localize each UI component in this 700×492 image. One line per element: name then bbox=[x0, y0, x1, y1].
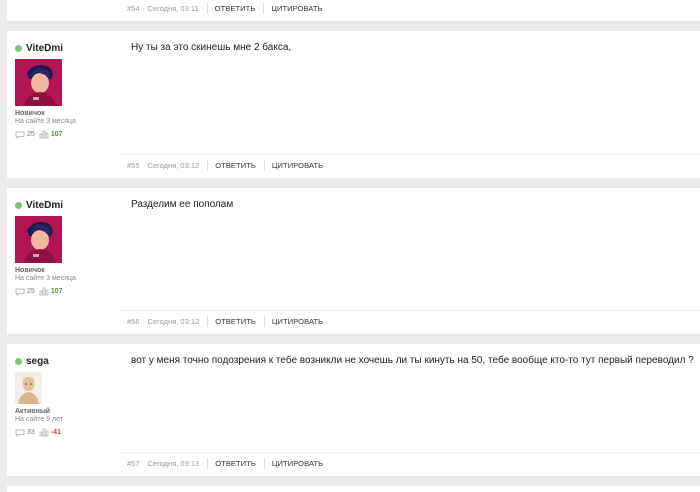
member-since: На сайте 3 месяца bbox=[15, 275, 76, 282]
author-name-row: ViteDmi bbox=[15, 42, 125, 54]
user-avatar[interactable] bbox=[15, 59, 62, 106]
user-rank: Активный bbox=[15, 408, 51, 415]
user-stats: 25 107 bbox=[15, 287, 125, 296]
user-stats: 25 107 bbox=[15, 130, 125, 139]
post-time: Сегодня, 03:13 bbox=[147, 458, 200, 468]
post-footer: #56 Сегодня, 03:12 ОТВЕТИТЬ ЦИТИРОВАТЬ bbox=[120, 310, 700, 331]
post-time: Сегодня, 03:11 bbox=[147, 3, 199, 13]
reputation-value: -41 bbox=[50, 429, 61, 436]
author-name-row: ViteDmi bbox=[15, 199, 125, 211]
comments-count: 25 bbox=[27, 131, 35, 138]
post-message: Ну ты за это скинешь мне 2 бакса, bbox=[131, 42, 292, 53]
post-author: ViteDmi Новичок На сайте 3 месяца 25 107 bbox=[15, 42, 125, 139]
comments-stat: 25 bbox=[15, 131, 35, 139]
reply-button[interactable]: ОТВЕТИТЬ bbox=[215, 4, 256, 13]
forum-post: ViteDmi Новичок На сайте 3 месяца 25 107… bbox=[7, 31, 700, 178]
user-stats: 33 -41 bbox=[15, 428, 125, 437]
comments-count: 25 bbox=[27, 288, 35, 295]
author-name-link[interactable]: ViteDmi bbox=[26, 200, 63, 211]
author-name-link[interactable]: ViteDmi bbox=[26, 43, 63, 54]
post-message: Разделим ее пополам bbox=[131, 199, 234, 210]
online-status-icon bbox=[15, 44, 22, 52]
user-avatar[interactable] bbox=[15, 372, 42, 404]
divider bbox=[263, 315, 265, 327]
bar-chart-icon bbox=[39, 287, 49, 296]
reputation-stat: 107 bbox=[39, 130, 63, 139]
reputation-stat: 107 bbox=[39, 287, 63, 296]
comments-count: 33 bbox=[27, 429, 35, 436]
member-since: На сайте 3 месяца bbox=[15, 118, 76, 125]
post-time: Сегодня, 03:12 bbox=[147, 316, 200, 326]
next-post-container bbox=[7, 486, 700, 492]
reply-button[interactable]: ОТВЕТИТЬ bbox=[215, 161, 256, 170]
bar-chart-icon bbox=[39, 428, 49, 437]
reputation-stat: -41 bbox=[39, 428, 61, 437]
reply-button[interactable]: ОТВЕТИТЬ bbox=[215, 459, 256, 468]
post-number-link[interactable]: #54 bbox=[127, 4, 140, 13]
post-time: Сегодня, 03:12 bbox=[147, 160, 200, 170]
divider bbox=[207, 457, 209, 469]
author-name-link[interactable]: sega bbox=[26, 356, 49, 367]
post-author: sega Активный На сайте 9 лет 33 -41 bbox=[15, 355, 125, 437]
post-number-link[interactable]: #57 bbox=[127, 459, 140, 468]
post-footer: #57 Сегодня, 03:13 ОТВЕТИТЬ ЦИТИРОВАТЬ bbox=[120, 452, 700, 473]
user-rank: Новичок bbox=[15, 267, 45, 274]
user-rank: Новичок bbox=[15, 110, 45, 117]
post-author: ViteDmi Новичок На сайте 3 месяца 25 107 bbox=[15, 199, 125, 296]
comments-stat: 25 bbox=[15, 288, 35, 296]
speech-bubble-icon bbox=[15, 429, 25, 437]
divider bbox=[263, 159, 265, 171]
post-footer: #55 Сегодня, 03:12 ОТВЕТИТЬ ЦИТИРОВАТЬ bbox=[120, 154, 700, 175]
comments-stat: 33 bbox=[15, 429, 35, 437]
speech-bubble-icon bbox=[15, 288, 25, 296]
author-name-row: sega bbox=[15, 355, 125, 367]
post-message: вот у меня точно подозрения к тебе возни… bbox=[131, 355, 694, 366]
speech-bubble-icon bbox=[15, 131, 25, 139]
forum-post: sega Активный На сайте 9 лет 33 -41 вот … bbox=[7, 344, 700, 476]
forum-post: ViteDmi Новичок На сайте 3 месяца 25 107… bbox=[7, 188, 700, 334]
online-status-icon bbox=[15, 201, 22, 209]
user-avatar[interactable] bbox=[15, 216, 62, 263]
reputation-value: 107 bbox=[50, 131, 63, 138]
bar-chart-icon bbox=[39, 130, 49, 139]
member-since: На сайте 9 лет bbox=[15, 416, 63, 423]
post-footer: #54 Сегодня, 03:11 ОТВЕТИТЬ ЦИТИРОВАТЬ bbox=[120, 0, 700, 16]
online-status-icon bbox=[15, 357, 22, 365]
divider bbox=[207, 159, 209, 171]
divider bbox=[207, 315, 209, 327]
reputation-value: 107 bbox=[50, 288, 63, 295]
divider bbox=[263, 2, 265, 14]
divider bbox=[263, 457, 265, 469]
quote-button[interactable]: ЦИТИРОВАТЬ bbox=[272, 459, 323, 468]
quote-button[interactable]: ЦИТИРОВАТЬ bbox=[271, 4, 322, 13]
post-number-link[interactable]: #56 bbox=[127, 317, 140, 326]
quote-button[interactable]: ЦИТИРОВАТЬ bbox=[272, 317, 323, 326]
previous-post-footer-container: #54 Сегодня, 03:11 ОТВЕТИТЬ ЦИТИРОВАТЬ bbox=[7, 0, 700, 21]
post-number-link[interactable]: #55 bbox=[127, 161, 140, 170]
divider bbox=[206, 2, 208, 14]
quote-button[interactable]: ЦИТИРОВАТЬ bbox=[272, 161, 323, 170]
reply-button[interactable]: ОТВЕТИТЬ bbox=[215, 317, 256, 326]
